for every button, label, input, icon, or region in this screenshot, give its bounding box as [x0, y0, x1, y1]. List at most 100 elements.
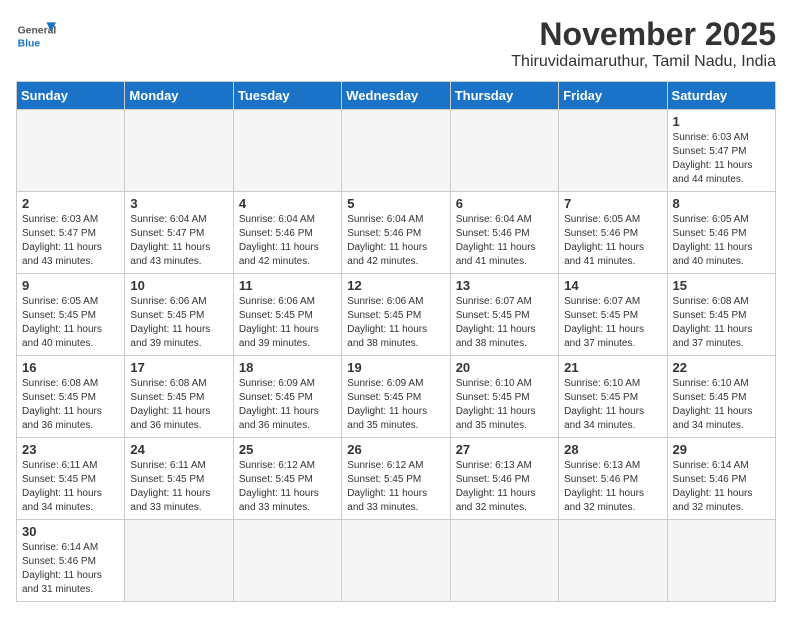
cell-sun-info: Sunrise: 6:05 AM Sunset: 5:46 PM Dayligh…	[564, 213, 661, 269]
svg-text:Blue: Blue	[18, 38, 41, 49]
cell-sun-info: Sunrise: 6:10 AM Sunset: 5:45 PM Dayligh…	[456, 377, 553, 433]
cell-sun-info: Sunrise: 6:06 AM Sunset: 5:45 PM Dayligh…	[130, 295, 227, 351]
day-number: 10	[130, 278, 227, 293]
calendar-cell: 19Sunrise: 6:09 AM Sunset: 5:45 PM Dayli…	[342, 356, 450, 438]
day-number: 1	[673, 114, 770, 129]
day-number: 9	[22, 278, 119, 293]
calendar-cell: 17 Sunrise: 6:08 AM Sunset: 5:45 PM Dayli…	[125, 356, 233, 438]
logo-icon: General Blue	[16, 16, 56, 56]
day-number: 22	[673, 360, 770, 375]
cell-sun-info: Sunrise: 6:06 AM Sunset: 5:45 PM Dayligh…	[239, 295, 336, 351]
calendar-cell: 5Sunrise: 6:04 AM Sunset: 5:46 PM Daylig…	[342, 192, 450, 274]
calendar-cell: 14 Sunrise: 6:07 AM Sunset: 5:45 PM Dayli…	[559, 274, 667, 356]
day-number: 28	[564, 442, 661, 457]
cell-sun-info: Sunrise: 6:11 AM Sunset: 5:45 PM Dayligh…	[130, 459, 227, 515]
cell-sun-info: Sunrise: 6:08 AM Sunset: 5:45 PM Dayligh…	[22, 377, 119, 433]
calendar-week-3: 9 Sunrise: 6:05 AM Sunset: 5:45 PM Daylig…	[17, 274, 776, 356]
calendar-cell	[17, 110, 125, 192]
day-number: 21	[564, 360, 661, 375]
cell-sun-info: Sunrise: 6:13 AM Sunset: 5:46 PM Dayligh…	[564, 459, 661, 515]
calendar-cell	[559, 110, 667, 192]
location-subtitle: Thiruvidaimaruthur, Tamil Nadu, India	[511, 53, 776, 71]
calendar-cell: 7 Sunrise: 6:05 AM Sunset: 5:46 PM Daylig…	[559, 192, 667, 274]
day-number: 7	[564, 196, 661, 211]
logo: General Blue	[16, 16, 56, 56]
day-number: 16	[22, 360, 119, 375]
day-number: 5	[347, 196, 444, 211]
calendar-cell: 21 Sunrise: 6:10 AM Sunset: 5:45 PM Dayli…	[559, 356, 667, 438]
cell-sun-info: Sunrise: 6:08 AM Sunset: 5:45 PM Dayligh…	[673, 295, 770, 351]
calendar-cell	[450, 110, 558, 192]
day-number: 15	[673, 278, 770, 293]
cell-sun-info: Sunrise: 6:13 AM Sunset: 5:46 PM Dayligh…	[456, 459, 553, 515]
day-number: 6	[456, 196, 553, 211]
calendar-cell: 29Sunrise: 6:14 AM Sunset: 5:46 PM Dayli…	[667, 438, 775, 520]
day-number: 2	[22, 196, 119, 211]
calendar-week-2: 2 Sunrise: 6:03 AM Sunset: 5:47 PM Daylig…	[17, 192, 776, 274]
day-number: 25	[239, 442, 336, 457]
weekday-header-friday: Friday	[559, 82, 667, 110]
cell-sun-info: Sunrise: 6:04 AM Sunset: 5:46 PM Dayligh…	[239, 213, 336, 269]
calendar-cell	[342, 520, 450, 602]
calendar-cell	[125, 520, 233, 602]
day-number: 14	[564, 278, 661, 293]
day-number: 17	[130, 360, 227, 375]
day-number: 13	[456, 278, 553, 293]
day-number: 8	[673, 196, 770, 211]
day-number: 30	[22, 524, 119, 539]
calendar-cell	[233, 110, 341, 192]
title-block: November 2025 Thiruvidaimaruthur, Tamil …	[511, 16, 776, 71]
calendar-cell: 4 Sunrise: 6:04 AM Sunset: 5:46 PM Daylig…	[233, 192, 341, 274]
cell-sun-info: Sunrise: 6:07 AM Sunset: 5:45 PM Dayligh…	[456, 295, 553, 351]
calendar-cell	[559, 520, 667, 602]
calendar-cell: 12Sunrise: 6:06 AM Sunset: 5:45 PM Dayli…	[342, 274, 450, 356]
cell-sun-info: Sunrise: 6:05 AM Sunset: 5:46 PM Dayligh…	[673, 213, 770, 269]
calendar-cell: 9 Sunrise: 6:05 AM Sunset: 5:45 PM Daylig…	[17, 274, 125, 356]
calendar-week-4: 16 Sunrise: 6:08 AM Sunset: 5:45 PM Dayli…	[17, 356, 776, 438]
calendar-cell: 16 Sunrise: 6:08 AM Sunset: 5:45 PM Dayli…	[17, 356, 125, 438]
calendar-cell: 10 Sunrise: 6:06 AM Sunset: 5:45 PM Dayli…	[125, 274, 233, 356]
calendar-week-6: 30 Sunrise: 6:14 AM Sunset: 5:46 PM Dayli…	[17, 520, 776, 602]
cell-sun-info: Sunrise: 6:03 AM Sunset: 5:47 PM Dayligh…	[673, 131, 770, 187]
cell-sun-info: Sunrise: 6:10 AM Sunset: 5:45 PM Dayligh…	[673, 377, 770, 433]
weekday-header-saturday: Saturday	[667, 82, 775, 110]
cell-sun-info: Sunrise: 6:03 AM Sunset: 5:47 PM Dayligh…	[22, 213, 119, 269]
calendar-cell: 26 Sunrise: 6:12 AM Sunset: 5:45 PM Dayli…	[342, 438, 450, 520]
calendar-cell: 2 Sunrise: 6:03 AM Sunset: 5:47 PM Daylig…	[17, 192, 125, 274]
calendar-week-5: 23 Sunrise: 6:11 AM Sunset: 5:45 PM Dayli…	[17, 438, 776, 520]
day-number: 23	[22, 442, 119, 457]
weekday-header-tuesday: Tuesday	[233, 82, 341, 110]
cell-sun-info: Sunrise: 6:04 AM Sunset: 5:46 PM Dayligh…	[456, 213, 553, 269]
calendar-cell: 3 Sunrise: 6:04 AM Sunset: 5:47 PM Daylig…	[125, 192, 233, 274]
day-number: 26	[347, 442, 444, 457]
day-number: 18	[239, 360, 336, 375]
calendar-cell: 27 Sunrise: 6:13 AM Sunset: 5:46 PM Dayli…	[450, 438, 558, 520]
cell-sun-info: Sunrise: 6:07 AM Sunset: 5:45 PM Dayligh…	[564, 295, 661, 351]
cell-sun-info: Sunrise: 6:12 AM Sunset: 5:45 PM Dayligh…	[239, 459, 336, 515]
calendar-cell	[125, 110, 233, 192]
day-number: 11	[239, 278, 336, 293]
cell-sun-info: Sunrise: 6:04 AM Sunset: 5:47 PM Dayligh…	[130, 213, 227, 269]
cell-sun-info: Sunrise: 6:05 AM Sunset: 5:45 PM Dayligh…	[22, 295, 119, 351]
cell-sun-info: Sunrise: 6:10 AM Sunset: 5:45 PM Dayligh…	[564, 377, 661, 433]
cell-sun-info: Sunrise: 6:08 AM Sunset: 5:45 PM Dayligh…	[130, 377, 227, 433]
calendar-cell: 8 Sunrise: 6:05 AM Sunset: 5:46 PM Daylig…	[667, 192, 775, 274]
calendar-cell: 23 Sunrise: 6:11 AM Sunset: 5:45 PM Dayli…	[17, 438, 125, 520]
day-number: 3	[130, 196, 227, 211]
cell-sun-info: Sunrise: 6:11 AM Sunset: 5:45 PM Dayligh…	[22, 459, 119, 515]
calendar-cell: 1 Sunrise: 6:03 AM Sunset: 5:47 PM Daylig…	[667, 110, 775, 192]
weekday-header-row: SundayMondayTuesdayWednesdayThursdayFrid…	[17, 82, 776, 110]
day-number: 4	[239, 196, 336, 211]
day-number: 27	[456, 442, 553, 457]
calendar-cell: 22 Sunrise: 6:10 AM Sunset: 5:45 PM Dayli…	[667, 356, 775, 438]
calendar-cell: 30 Sunrise: 6:14 AM Sunset: 5:46 PM Dayli…	[17, 520, 125, 602]
calendar-table: SundayMondayTuesdayWednesdayThursdayFrid…	[16, 81, 776, 602]
day-number: 12	[347, 278, 444, 293]
calendar-cell: 6 Sunrise: 6:04 AM Sunset: 5:46 PM Daylig…	[450, 192, 558, 274]
calendar-cell: 13 Sunrise: 6:07 AM Sunset: 5:45 PM Dayli…	[450, 274, 558, 356]
cell-sun-info: Sunrise: 6:12 AM Sunset: 5:45 PM Dayligh…	[347, 459, 444, 515]
weekday-header-monday: Monday	[125, 82, 233, 110]
day-number: 20	[456, 360, 553, 375]
calendar-cell	[667, 520, 775, 602]
cell-sun-info: Sunrise: 6:14 AM Sunset: 5:46 PM Dayligh…	[22, 541, 119, 597]
